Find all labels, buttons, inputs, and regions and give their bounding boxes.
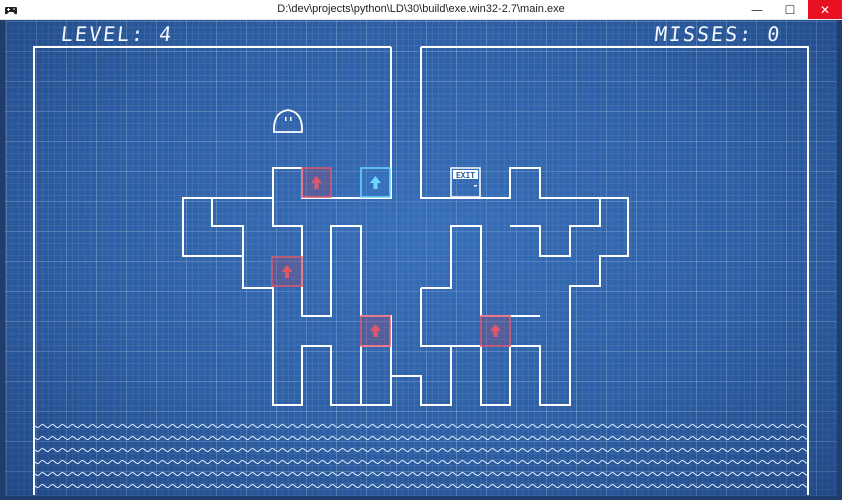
arrow-block [301, 167, 332, 198]
player-character [273, 109, 303, 133]
exit-door: EXIT [450, 167, 481, 198]
maze-wall [272, 198, 303, 256]
arrow-block [360, 167, 391, 198]
minimize-button[interactable]: — [742, 0, 772, 19]
window-frame-right [837, 20, 842, 500]
maximize-button[interactable]: ☐ [775, 0, 805, 19]
maze-wall [183, 197, 244, 256]
maze-wall [182, 47, 629, 406]
arrow-block [271, 256, 303, 287]
window-title: D:\dev\projects\python\LD\30\build\exe.w… [277, 3, 565, 15]
game-canvas[interactable]: LEVEL: 4 MISSES: 0 EXIT [5, 20, 837, 496]
window-frame-bottom [0, 496, 842, 500]
maze-wall [361, 376, 392, 406]
maze-wall [301, 225, 362, 317]
close-button[interactable]: ✕ [808, 0, 842, 19]
level-map: EXIT [33, 46, 809, 496]
arrow-block [360, 315, 391, 347]
exit-sign: EXIT [456, 171, 475, 180]
maze-wall [420, 288, 451, 347]
arrow-block [480, 315, 511, 347]
window-titlebar[interactable]: D:\dev\projects\python\LD\30\build\exe.w… [0, 0, 842, 20]
maze-wall [421, 225, 510, 317]
water-hazard [34, 418, 808, 496]
maze-wall [510, 198, 601, 257]
